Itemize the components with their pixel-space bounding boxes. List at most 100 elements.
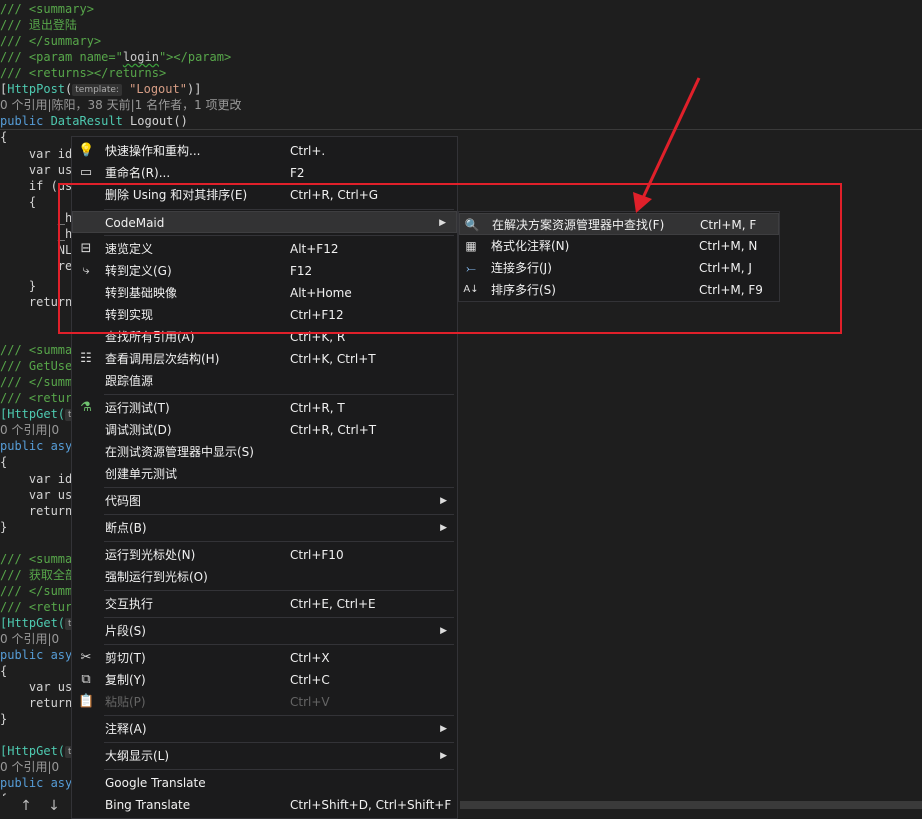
code-token: )]: [186, 82, 202, 96]
menu-item-track-value-source[interactable]: 跟踪值源: [72, 370, 457, 392]
menu-item-force-run-to-cursor[interactable]: 强制运行到光标(O): [72, 566, 457, 588]
menu-item-create-unit-tests[interactable]: 创建单元测试: [72, 463, 457, 485]
codelens[interactable]: 0 个引用|陈阳，38 天前|1 名作者，1 项更改: [0, 97, 242, 113]
code-line: [HttpGet(te: [0, 615, 81, 631]
menu-item-label: 删除 Using 和对其排序(E): [105, 188, 248, 202]
menu-item-cut[interactable]: ✂ 剪切(T) Ctrl+X: [72, 647, 457, 669]
menu-item-copy[interactable]: ⧉ 复制(Y) Ctrl+C: [72, 669, 457, 691]
menu-item-bing-translate[interactable]: Bing Translate Ctrl+Shift+D, Ctrl+Shift+…: [72, 794, 457, 816]
submenu-arrow-icon: ▶: [439, 218, 446, 228]
code-line: /// </summa: [0, 375, 80, 389]
code-line: }: [0, 279, 37, 293]
menu-item-run-tests[interactable]: ⚗ 运行测试(T) Ctrl+R, T: [72, 397, 457, 419]
submenu-item-shortcut: Ctrl+M, N: [699, 239, 758, 253]
menu-item-quick-actions[interactable]: 💡 快速操作和重构... Ctrl+.: [72, 140, 457, 162]
menu-item-label: 快速操作和重构...: [105, 144, 201, 158]
code-line: }: [0, 520, 8, 534]
menu-item-goto-base[interactable]: 转到基础映像 Alt+Home: [72, 282, 457, 304]
menu-item-show-in-test-explorer[interactable]: 在测试资源管理器中显示(S): [72, 441, 457, 463]
menu-item-codemaid[interactable]: CodeMaid ▶: [72, 211, 457, 233]
scroll-down-arrow-icon[interactable]: ↓: [44, 796, 64, 816]
codelens[interactable]: 0 个引用|0: [0, 631, 59, 647]
menu-item-peek-definition[interactable]: ⊟ 速览定义 Alt+F12: [72, 238, 457, 260]
find-icon: 🔍: [464, 218, 480, 232]
scissors-icon: ✂: [80, 650, 92, 665]
copy-icon: ⧉: [81, 672, 91, 687]
code-line: /// <returns></returns>: [0, 66, 167, 80]
menu-separator: [104, 514, 454, 515]
menu-item-debug-tests[interactable]: 调试测试(D) Ctrl+R, Ctrl+T: [72, 419, 457, 441]
menu-item-run-to-cursor[interactable]: 运行到光标处(N) Ctrl+F10: [72, 544, 457, 566]
menu-item-label: 转到定义(G): [105, 264, 172, 278]
code-line: /// <summary>: [0, 2, 94, 16]
code-line: public asyn: [0, 648, 80, 662]
paste-icon: 📋: [78, 694, 95, 709]
menu-item-shortcut: Ctrl+K, R: [290, 330, 346, 344]
menu-item-goto-implementation[interactable]: 转到实现 Ctrl+F12: [72, 304, 457, 326]
submenu-arrow-icon: ▶: [440, 496, 447, 506]
peek-definition-icon: ⊟: [80, 241, 92, 256]
menu-item-shortcut: Ctrl+F10: [290, 548, 344, 562]
code-line: public asyn: [0, 776, 80, 790]
menu-separator: [104, 644, 454, 645]
menu-separator: [104, 715, 454, 716]
code-line: {: [0, 195, 37, 209]
menu-item-execute-interactive[interactable]: 交互执行 Ctrl+E, Ctrl+E: [72, 593, 457, 615]
submenu-item-label: 格式化注释(N): [491, 239, 570, 253]
code-token: DataResult: [50, 114, 123, 128]
scroll-up-arrow-icon[interactable]: ↑: [16, 796, 36, 816]
code-line: NLo: [0, 243, 80, 257]
inlay-hint: template:: [72, 83, 122, 96]
menu-item-label: 创建单元测试: [105, 467, 178, 481]
code-line: [HttpGet(te: [0, 743, 81, 759]
menu-item-remove-sort-usings[interactable]: 删除 Using 和对其排序(E) Ctrl+R, Ctrl+G: [72, 184, 457, 206]
code-line: /// <summar: [0, 343, 80, 357]
menu-item-shortcut: Ctrl+R, T: [290, 401, 345, 415]
code-token: login: [122, 50, 159, 64]
menu-item-breakpoint[interactable]: 断点(B) ▶: [72, 517, 457, 539]
goto-definition-icon: ⤷: [82, 263, 90, 278]
menu-separator: [104, 541, 454, 542]
code-token: [HttpGet(: [0, 616, 66, 630]
code-token: Logout(): [122, 114, 188, 128]
menu-item-find-all-references[interactable]: 查找所有引用(A) Ctrl+K, R: [72, 326, 457, 348]
menu-item-label: 断点(B): [105, 521, 147, 535]
menu-item-label: Google Translate: [105, 776, 206, 790]
menu-item-label: 运行到光标处(N): [105, 548, 196, 562]
code-line: public DataResult Logout(): [0, 113, 188, 129]
menu-item-shortcut: Ctrl+K, Ctrl+T: [290, 352, 376, 366]
submenu-arrow-icon: ▶: [440, 724, 447, 734]
code-line: return: [0, 504, 73, 518]
menu-item-rename[interactable]: ▭ 重命名(R)... F2: [72, 162, 457, 184]
submenu-item-label: 连接多行(J): [491, 261, 552, 275]
menu-item-shortcut: Ctrl+.: [290, 144, 326, 158]
submenu-item-format-comment[interactable]: ▦ 格式化注释(N) Ctrl+M, N: [459, 235, 779, 257]
menu-item-google-translate[interactable]: Google Translate: [72, 772, 457, 794]
lightbulb-icon: 💡: [78, 143, 95, 158]
rename-icon: ▭: [79, 165, 93, 180]
menu-item-code-map[interactable]: 代码图 ▶: [72, 490, 457, 512]
menu-item-call-hierarchy[interactable]: ☷ 查看调用层次结构(H) Ctrl+K, Ctrl+T: [72, 348, 457, 370]
context-menu: 💡 快速操作和重构... Ctrl+. ▭ 重命名(R)... F2 删除 Us…: [71, 136, 458, 819]
submenu-item-find-in-solution-explorer[interactable]: 🔍 在解决方案资源管理器中查找(F) Ctrl+M, F: [459, 213, 779, 235]
horizontal-scrollbar[interactable]: [460, 801, 922, 809]
menu-item-shortcut: Ctrl+X: [290, 651, 330, 665]
codelens[interactable]: 0 个引用|0: [0, 422, 59, 438]
menu-item-snippets[interactable]: 片段(S) ▶: [72, 620, 457, 642]
menu-item-comment[interactable]: 注释(A) ▶: [72, 718, 457, 740]
menu-item-label: 重命名(R)...: [105, 166, 171, 180]
code-line: var id: [0, 147, 73, 161]
code-line: if (use: [0, 179, 80, 193]
menu-item-outlining[interactable]: 大纲显示(L) ▶: [72, 745, 457, 767]
menu-item-goto-definition[interactable]: ⤷ 转到定义(G) F12: [72, 260, 457, 282]
code-line: /// <summar: [0, 552, 80, 566]
codelens[interactable]: 0 个引用|0: [0, 759, 59, 775]
sort-lines-icon: A↓: [463, 284, 479, 295]
codemaid-submenu: 🔍 在解决方案资源管理器中查找(F) Ctrl+M, F ▦ 格式化注释(N) …: [458, 211, 780, 302]
submenu-item-sort-lines[interactable]: A↓ 排序多行(S) Ctrl+M, F9: [459, 279, 779, 301]
code-token: "Logout": [121, 82, 187, 96]
code-line: /// 退出登陆: [0, 18, 77, 32]
menu-item-label: 运行测试(T): [105, 401, 170, 415]
submenu-item-join-lines[interactable]: ⤚ 连接多行(J) Ctrl+M, J: [459, 257, 779, 279]
menu-separator: [104, 394, 454, 395]
